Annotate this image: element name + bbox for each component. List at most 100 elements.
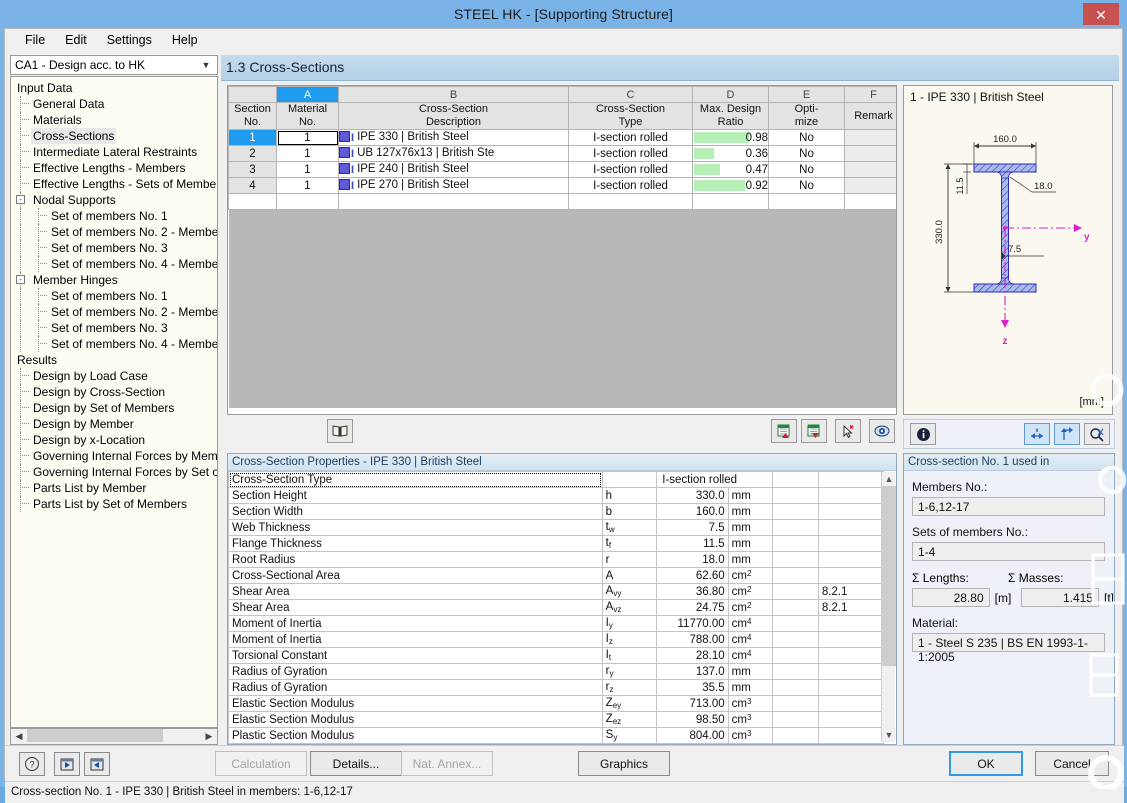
property-row[interactable]: Flange Thickness tf 11.5 mm [228,535,885,552]
masses-field[interactable]: 1.415 [1021,588,1099,607]
grid-cell-remark[interactable] [844,145,896,162]
grid-column-letter-E[interactable]: E [768,86,845,103]
tree-item-parts-list-by-set-of-members[interactable]: Parts List by Set of Members [11,496,217,512]
details-button[interactable]: Details... [310,751,402,776]
view-section-button[interactable] [869,419,895,443]
property-row[interactable]: Shear Area Avy 36.80 cm2 8.2.1 [228,583,885,600]
grid-column-letter-F[interactable]: F [844,86,896,103]
property-row[interactable]: Root Radius r 18.0 mm [228,551,885,568]
table-row[interactable]: 1 1 I IPE 330 | British Steel I-section roll… [228,129,896,146]
tree-item-effective-lengths-members[interactable]: Effective Lengths - Members [11,160,217,176]
tree-item-set-of-members-no-3[interactable]: Set of members No. 3 [11,240,217,256]
tree-expander-icon[interactable]: - [16,275,25,284]
grid-empty-cell[interactable] [692,193,769,210]
property-row[interactable]: Moment of Inertia Iz 788.00 cm4 [228,631,885,648]
grid-cell-type[interactable]: I-section rolled [568,161,693,178]
property-row[interactable]: Web Thickness tw 7.5 mm [228,519,885,536]
tree-item-set-of-members-no-2-member-s[interactable]: Set of members No. 2 - Member S [11,304,217,320]
grid-row-number[interactable]: 1 [228,129,277,146]
grid-cell-optimize[interactable]: No [768,145,845,162]
zoom-reset-button[interactable] [1084,423,1110,445]
grid-column-letter-B[interactable]: B [338,86,569,103]
grid-cell-optimize[interactable]: No [768,129,845,146]
cross-section-library-button[interactable] [327,419,353,443]
grid-column-letter-A[interactable]: A [276,86,339,103]
properties-vertical-scrollbar[interactable]: ▲ ▼ [881,472,896,742]
grid-cell-description[interactable]: I UB 127x76x13 | British Ste [338,145,569,162]
grid-row-number[interactable]: 2 [228,145,277,162]
tree-item-set-of-members-no-4-member-s[interactable]: Set of members No. 4 - Member S [11,256,217,272]
navigator-tree[interactable]: Input Data General Data Materials Cross-Sec… [10,76,218,728]
grid-cell-remark[interactable] [844,161,896,178]
property-row[interactable]: Torsional Constant It 28.10 cm4 [228,647,885,664]
menu-item-edit[interactable]: Edit [55,31,97,49]
grid-cell-material-no[interactable]: 1 [276,145,339,162]
grid-cell-optimize[interactable]: No [768,161,845,178]
tree-horizontal-scrollbar[interactable]: ◀ ▶ [10,728,218,745]
grid-empty-cell[interactable] [276,193,339,210]
tree-item-nodal-supports[interactable]: - Nodal Supports [11,192,217,208]
property-row[interactable]: Shear Area Avz 24.75 cm2 8.2.1 [228,599,885,616]
property-row[interactable]: Elastic Section Modulus Zey 713.00 cm3 [228,695,885,712]
grid-cell-remark[interactable] [844,177,896,194]
close-button[interactable]: ✕ [1083,3,1119,25]
design-case-select[interactable]: CA1 - Design acc. to HK ▼ [10,55,218,75]
scroll-down-icon[interactable]: ▼ [882,728,896,742]
tree-item-effective-lengths-sets-of-members[interactable]: Effective Lengths - Sets of Members [11,176,217,192]
pick-section-button[interactable] [835,419,861,443]
graphics-button[interactable]: Graphics [578,751,670,776]
properties-scroll-area[interactable]: Cross-Section Type I-section rolled Sectio… [228,471,896,744]
tree-item-general-data[interactable]: General Data [11,96,217,112]
grid-cell-description[interactable]: I IPE 330 | British Steel [338,129,569,146]
grid-cell-remark[interactable] [844,129,896,146]
tree-item-governing-internal-forces-by-set-of[interactable]: Governing Internal Forces by Set of [11,464,217,480]
grid-row-number[interactable]: 4 [228,177,277,194]
property-row[interactable]: Section Width b 160.0 mm [228,503,885,520]
material-field[interactable]: 1 - Steel S 235 | BS EN 1993-1-1:2005 [912,633,1105,664]
tree-item-design-by-member[interactable]: Design by Member [11,416,217,432]
grid-empty-cell[interactable] [844,193,896,210]
tree-item-intermediate-lateral-restraints[interactable]: Intermediate Lateral Restraints [11,144,217,160]
grid-cell-type[interactable]: I-section rolled [568,145,693,162]
grid-cell-type[interactable]: I-section rolled [568,129,693,146]
tree-item-member-hinges[interactable]: - Member Hinges [11,272,217,288]
property-row[interactable]: Section Height h 330.0 mm [228,487,885,504]
grid-cell-description[interactable]: I IPE 240 | British Steel [338,161,569,178]
grid-column-letter-row[interactable] [228,86,277,103]
table-row[interactable]: 3 1 I IPE 240 | British Steel I-section roll… [228,161,896,178]
tree-item-input-data[interactable]: Input Data [11,80,217,96]
sets-of-members-field[interactable]: 1-4 [912,542,1105,561]
help-button[interactable]: ? [19,752,45,776]
tree-item-set-of-members-no-2-member-s[interactable]: Set of members No. 2 - Member S [11,224,217,240]
grid-cell-material-no[interactable]: 1 [276,161,339,178]
property-row[interactable]: Cross-Sectional Area A 62.60 cm2 [228,567,885,584]
scroll-left-icon[interactable]: ◀ [11,729,27,744]
grid-cell-description[interactable]: I IPE 270 | British Steel [338,177,569,194]
property-row[interactable]: Radius of Gyration ry 137.0 mm [228,663,885,680]
property-row[interactable]: Radius of Gyration rz 35.5 mm [228,679,885,696]
scroll-right-icon[interactable]: ▶ [201,729,217,744]
grid-empty-cell[interactable] [568,193,693,210]
previous-module-button[interactable] [54,752,80,776]
show-axes-button[interactable] [1054,423,1080,445]
grid-empty-cell[interactable] [768,193,845,210]
nat-annex-button[interactable]: Nat. Annex... [401,751,493,776]
grid-empty-cell[interactable] [338,193,569,210]
menu-item-help[interactable]: Help [162,31,208,49]
property-row[interactable]: Elastic Section Modulus Zez 98.50 cm3 [228,711,885,728]
tree-item-cross-sections[interactable]: Cross-Sections [11,128,217,144]
tree-item-design-by-set-of-members[interactable]: Design by Set of Members [11,400,217,416]
grid-cell-type[interactable]: I-section rolled [568,177,693,194]
tree-item-set-of-members-no-1[interactable]: Set of members No. 1 [11,288,217,304]
grid-cell-optimize[interactable]: No [768,177,845,194]
next-module-button[interactable] [84,752,110,776]
tree-expander-icon[interactable]: - [16,195,25,204]
ok-button[interactable]: OK [949,751,1023,776]
calculation-button[interactable]: Calculation [215,751,307,776]
grid-cell-ratio[interactable]: 0.92 [692,177,769,194]
members-field[interactable]: 1-6,12-17 [912,497,1105,516]
tree-item-set-of-members-no-1[interactable]: Set of members No. 1 [11,208,217,224]
grid-cell-material-no[interactable]: 1 [276,129,339,146]
tree-item-design-by-load-case[interactable]: Design by Load Case [11,368,217,384]
export-section-button[interactable] [801,419,827,443]
